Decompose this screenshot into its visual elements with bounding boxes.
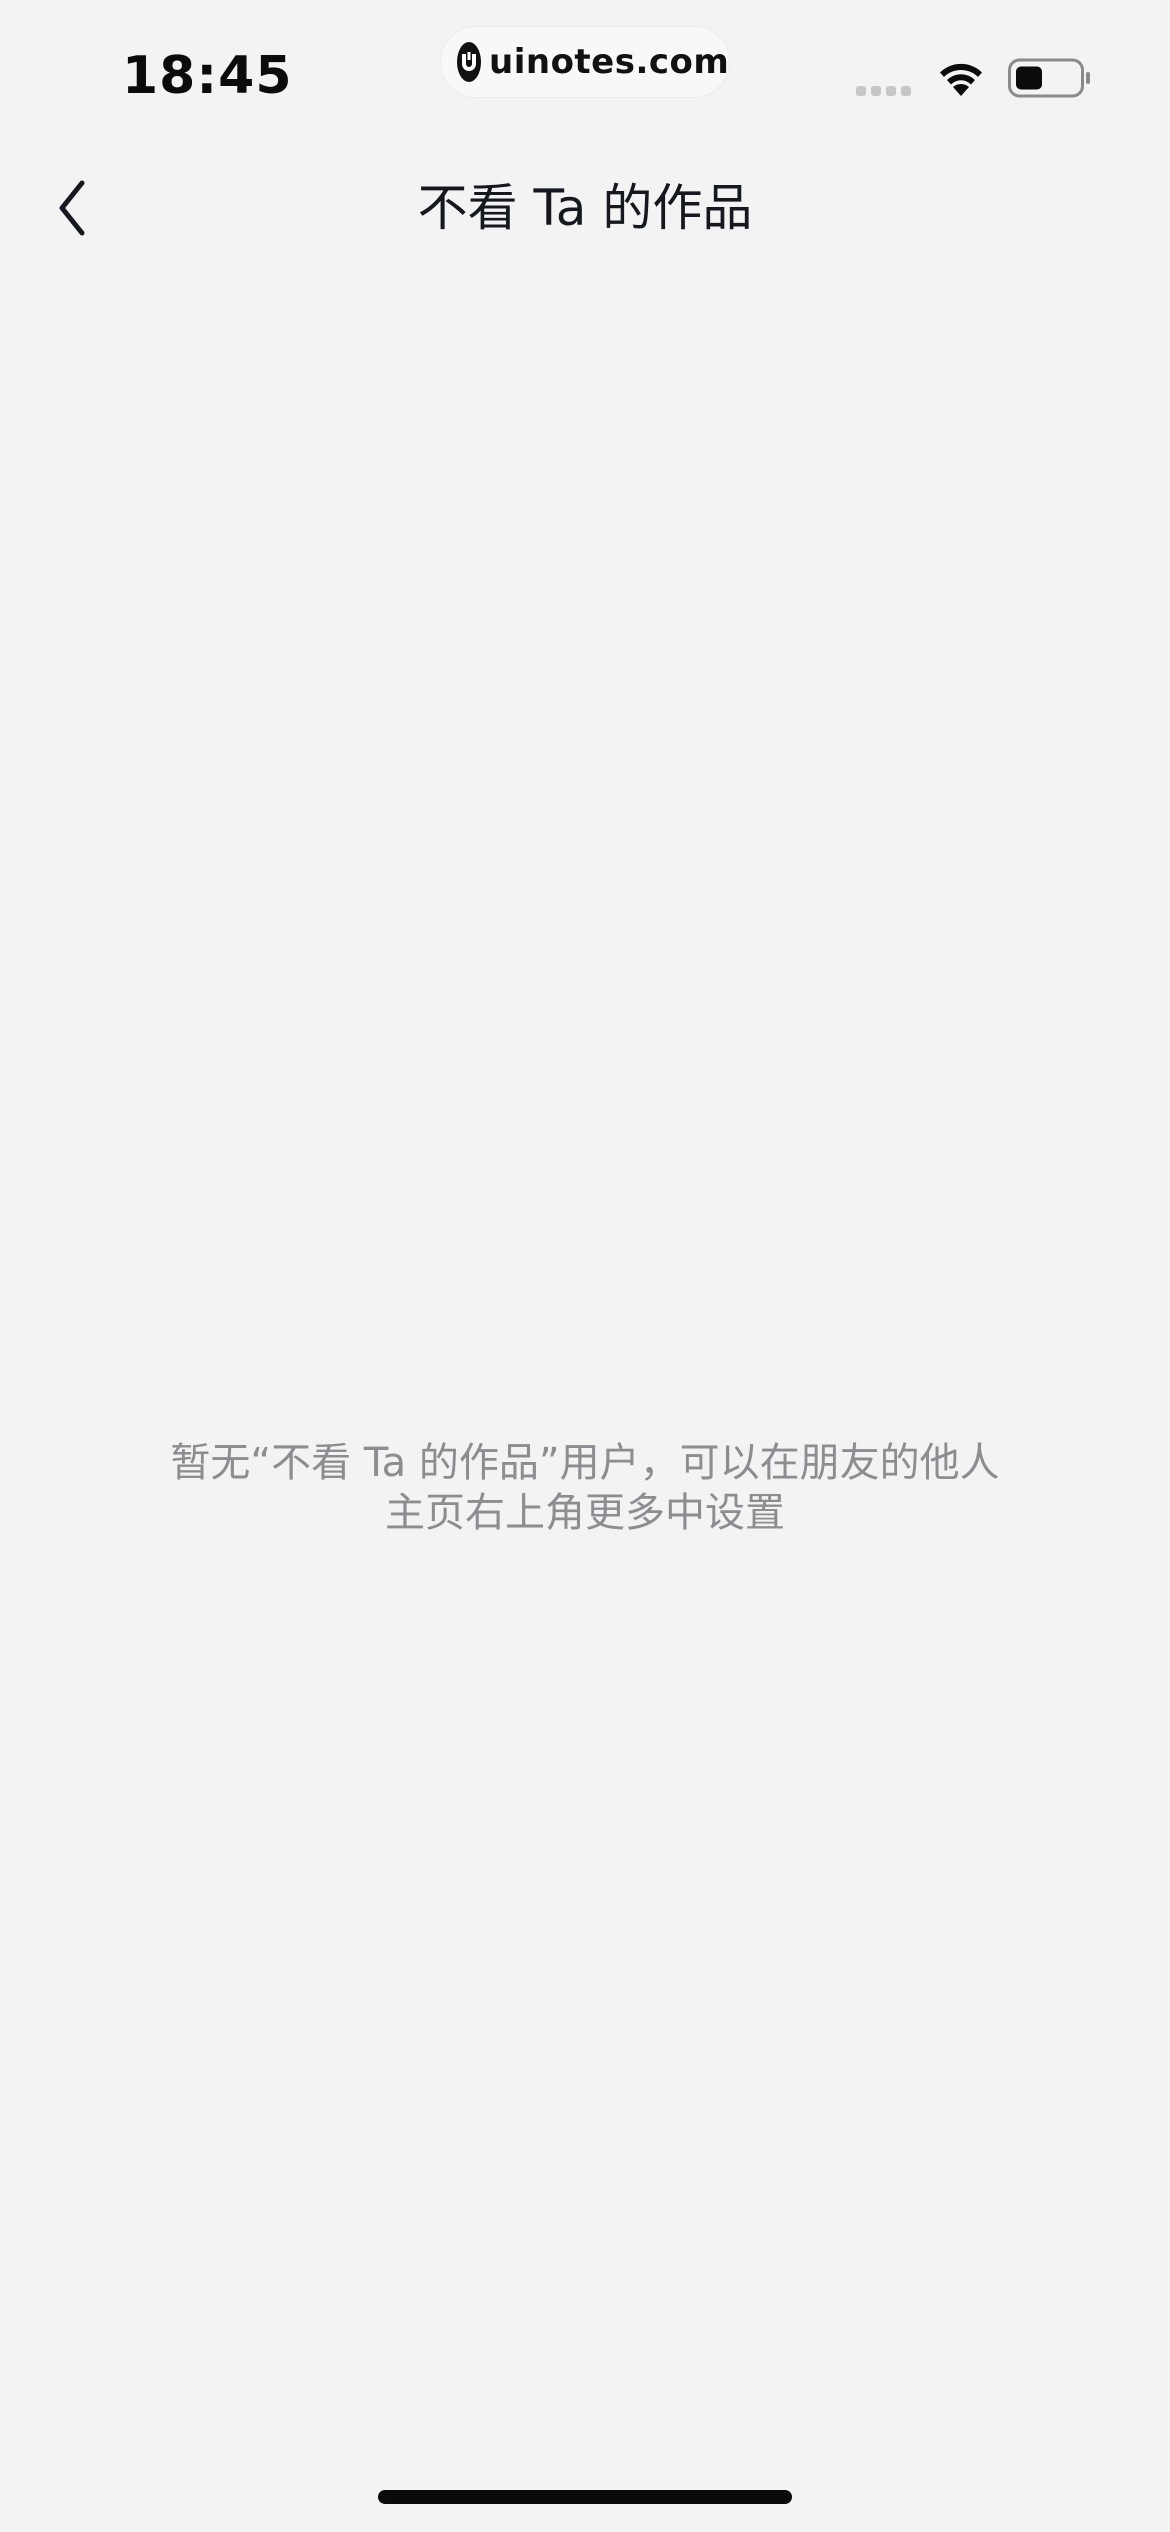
empty-state-message: 暂无“不看 Ta 的作品”用户，可以在朋友的他人 主页右上角更多中设置 [100, 1438, 1070, 1538]
page-title: 不看 Ta 的作品 [417, 179, 753, 237]
url-pill[interactable]: uinotes.com [440, 26, 730, 98]
home-indicator[interactable] [378, 2490, 792, 2504]
empty-state-line-2: 主页右上角更多中设置 [385, 1490, 785, 1536]
uinotes-logo-icon [457, 42, 481, 82]
url-text: uinotes.com [489, 42, 730, 82]
battery-icon [1008, 58, 1090, 98]
status-time: 18:45 [122, 46, 293, 106]
wifi-icon [940, 63, 982, 96]
empty-state-line-1: 暂无“不看 Ta 的作品”用户，可以在朋友的他人 [170, 1440, 1000, 1486]
signal-dots-icon [856, 86, 911, 96]
